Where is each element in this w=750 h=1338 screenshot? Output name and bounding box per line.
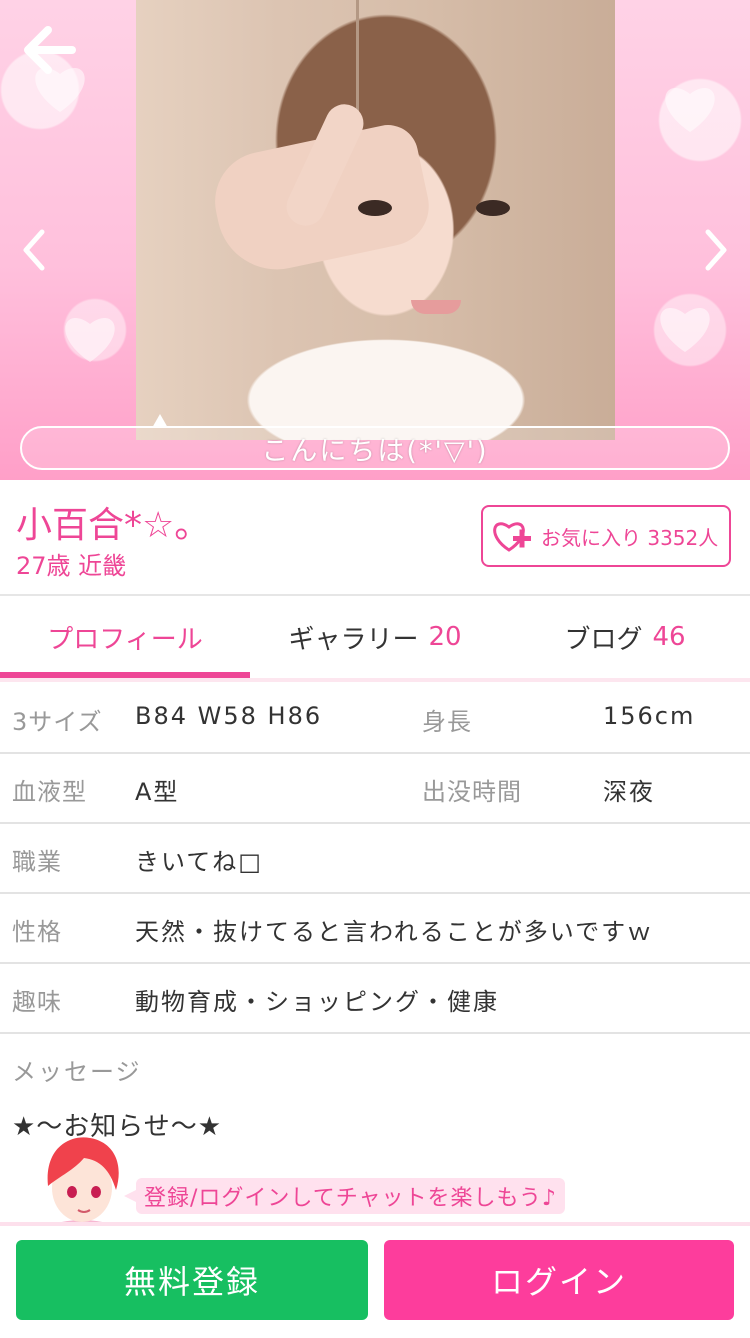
next-photo-icon[interactable] [696, 220, 736, 280]
blood-type-label: 血液型 [12, 778, 87, 806]
detail-row: 血液型 A型 出没時間 深夜 [0, 752, 750, 824]
tab-gallery-count: 20 [428, 622, 462, 652]
free-register-label: 無料登録 [123, 1263, 260, 1301]
detail-row: 性格 天然・抜けてると言われることが多いですｗ [0, 892, 750, 964]
profile-photo [136, 0, 615, 440]
tab-blog-count: 46 [652, 622, 686, 652]
heart-plus-icon [493, 522, 531, 552]
job-label: 職業 [12, 848, 62, 876]
detail-row: 趣味 動物育成・ショッピング・健康 [0, 962, 750, 1034]
active-time-value: 深夜 [603, 778, 655, 806]
personality-label: 性格 [12, 918, 62, 946]
profile-tabs: プロフィール ギャラリー 20 ブログ 46 [0, 596, 750, 678]
greeting-bubble: こんにちは(*'▽') [20, 414, 730, 470]
tab-profile-label: プロフィール [47, 624, 203, 655]
free-register-button[interactable]: 無料登録 [16, 1240, 368, 1320]
tab-gallery[interactable]: ギャラリー 20 [250, 596, 500, 678]
photo-detail [411, 300, 461, 314]
profile-name: 小百合*☆。 [16, 505, 211, 546]
photo-detail [358, 200, 392, 216]
profile-age-region: 27歳 近畿 [16, 552, 127, 580]
chat-promo-text: 登録/ログインしてチャットを楽しもう♪ [144, 1186, 557, 1211]
greeting-text: こんにちは(*'▽') [261, 435, 489, 467]
blood-type-value: A型 [135, 778, 180, 806]
heart-decoration-icon [665, 88, 715, 132]
detail-row: 3サイズ B84 W58 H86 身長 156cm [0, 682, 750, 754]
active-time-label: 出没時間 [422, 778, 522, 806]
message-label: メッセージ [12, 1058, 142, 1086]
login-button[interactable]: ログイン [384, 1240, 734, 1320]
photo-detail [476, 200, 510, 216]
chat-promo-bubble[interactable]: 登録/ログインしてチャットを楽しもう♪ [124, 1178, 565, 1214]
login-label: ログイン [490, 1263, 627, 1301]
bubble-tail [152, 414, 168, 428]
favorite-button[interactable]: お気に入り 3352人 [481, 505, 731, 567]
sizes-value: B84 W58 H86 [135, 702, 323, 730]
height-label: 身長 [422, 708, 472, 736]
personality-value: 天然・抜けてると言われることが多いですｗ [135, 918, 654, 946]
tab-blog[interactable]: ブログ 46 [500, 596, 750, 678]
heart-decoration-icon [660, 308, 710, 352]
detail-row: 職業 きいてね□ [0, 822, 750, 894]
sizes-label: 3サイズ [12, 708, 103, 736]
heart-decoration-icon [65, 318, 115, 362]
hobby-label: 趣味 [12, 988, 62, 1016]
tab-gallery-label: ギャラリー [288, 624, 419, 655]
tab-profile[interactable]: プロフィール [0, 596, 250, 678]
hobby-value: 動物育成・ショッピング・健康 [135, 988, 499, 1016]
favorite-label: お気に入り 3352人 [541, 525, 719, 550]
height-value: 156cm [603, 702, 696, 730]
back-arrow-icon[interactable] [22, 22, 78, 78]
tab-blog-label: ブログ [564, 624, 643, 655]
job-value: きいてね□ [135, 848, 263, 876]
previous-photo-icon[interactable] [14, 220, 54, 280]
profile-hero: こんにちは(*'▽') [0, 0, 750, 480]
footer-bar: 無料登録 ログイン [0, 1222, 750, 1338]
